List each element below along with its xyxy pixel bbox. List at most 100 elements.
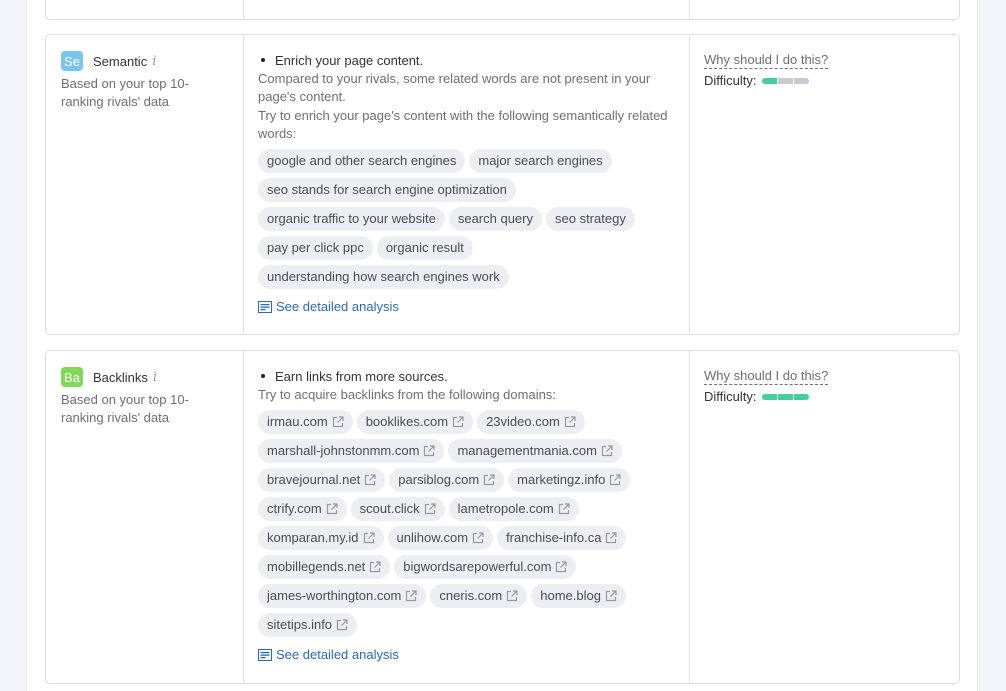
- chip-label: booklikes.com: [365, 414, 449, 429]
- chip-label: search query: [457, 211, 533, 226]
- difficulty-bar: [761, 393, 809, 400]
- external-link-icon: [605, 590, 617, 602]
- difficulty-indicator: Difficulty:: [704, 73, 945, 88]
- domain-chip[interactable]: franchise-info.ca: [497, 526, 627, 550]
- chip-label: pay per click ppc: [267, 240, 364, 255]
- external-link-icon: [507, 590, 518, 602]
- domain-chip[interactable]: mobillegends.net: [258, 555, 391, 579]
- recommendation-column: Earn links from more sources. Try to acq…: [244, 351, 690, 683]
- bullet-icon: [261, 374, 265, 378]
- domain-chip[interactable]: scout.click: [350, 497, 445, 521]
- chip-label: mobillegends.net: [267, 559, 366, 574]
- domain-chip[interactable]: ctrify.com: [258, 497, 347, 521]
- chip-label: 23video.com: [486, 414, 560, 429]
- recommendation-title: Earn links from more sources.: [275, 368, 448, 384]
- difficulty-segment: [761, 77, 777, 84]
- external-link-icon: [332, 416, 344, 428]
- recommendation-title: Enrich your page content.: [275, 52, 424, 68]
- idea-card-semantic: Se Semantic i Based on your top 10-ranki…: [45, 34, 960, 335]
- domain-chip[interactable]: managementmania.com: [448, 439, 622, 463]
- category-column: Ba Backlinks i Based on your top 10-rank…: [46, 351, 244, 683]
- chip-label: organic traffic to your website: [267, 211, 436, 226]
- category-title: Backlinks: [93, 369, 148, 385]
- keyword-chip[interactable]: understanding how search engines work: [258, 265, 509, 289]
- chip-label: ctrify.com: [267, 501, 322, 516]
- why-column: Why should I do this? Difficulty:: [690, 351, 959, 683]
- external-link-icon: [484, 474, 495, 486]
- external-link-icon: [556, 561, 568, 573]
- chip-label: irmau.com: [267, 414, 328, 429]
- idea-card-backlinks: Ba Backlinks i Based on your top 10-rank…: [45, 350, 960, 684]
- difficulty-segment: [777, 77, 793, 84]
- domain-chip[interactable]: 23video.com: [477, 410, 585, 434]
- why-should-i-do-this-link[interactable]: Why should I do this?: [704, 52, 829, 69]
- difficulty-segment: [793, 77, 809, 84]
- chip-label: bravejournal.net: [267, 472, 361, 487]
- difficulty-indicator: Difficulty:: [704, 389, 945, 404]
- domain-chips: irmau.com booklikes.com 23video.com marshal…: [258, 410, 668, 637]
- category-title: Semantic: [93, 53, 148, 69]
- external-link-icon: [601, 445, 613, 457]
- external-link-icon: [452, 416, 464, 428]
- chip-label: seo strategy: [555, 211, 626, 226]
- recommendation-instruction: Try to acquire backlinks from the follow…: [258, 387, 556, 402]
- difficulty-label: Difficulty:: [704, 389, 757, 404]
- domain-chip[interactable]: home.blog: [531, 584, 626, 608]
- chip-label: bigwordsarepowerful.com: [403, 559, 552, 574]
- keyword-chip[interactable]: search query: [448, 207, 542, 231]
- chip-label: marketingz.info: [517, 472, 606, 487]
- keyword-chip[interactable]: organic traffic to your website: [258, 207, 445, 231]
- why-column: Why should I do this? Difficulty:: [690, 35, 959, 334]
- chip-label: google and other search engines: [267, 153, 457, 168]
- why-should-i-do-this-link[interactable]: Why should I do this?: [704, 368, 829, 385]
- difficulty-bar: [761, 77, 809, 84]
- domain-chip[interactable]: unlihow.com: [387, 526, 494, 550]
- chip-label: home.blog: [540, 588, 601, 603]
- domain-chip[interactable]: booklikes.com: [356, 410, 474, 434]
- domain-chip[interactable]: parsiblog.com: [389, 468, 505, 492]
- external-link-icon: [370, 561, 381, 573]
- category-badge: Se: [61, 51, 83, 71]
- chip-label: managementmania.com: [457, 443, 597, 458]
- chip-label: franchise-info.ca: [506, 530, 602, 545]
- keyword-chip[interactable]: organic result: [376, 236, 473, 260]
- difficulty-segment: [761, 393, 777, 400]
- category-badge: Ba: [61, 367, 83, 387]
- bullet-icon: [261, 58, 265, 62]
- domain-chip[interactable]: cneris.com: [430, 584, 528, 608]
- keyword-chip[interactable]: pay per click ppc: [258, 236, 373, 260]
- recommendation-instruction: Try to enrich your page's content with t…: [258, 108, 668, 141]
- see-detailed-analysis-link[interactable]: See detailed analysis: [258, 299, 675, 314]
- difficulty-segment: [777, 393, 793, 400]
- keyword-chip[interactable]: seo stands for search engine optimizatio…: [258, 178, 516, 202]
- domain-chip[interactable]: marketingz.info: [508, 468, 631, 492]
- chip-label: komparan.my.id: [267, 530, 359, 545]
- keyword-chip[interactable]: seo strategy: [546, 207, 635, 231]
- domain-chip[interactable]: bravejournal.net: [258, 468, 386, 492]
- see-detailed-analysis-link[interactable]: See detailed analysis: [258, 647, 675, 662]
- chip-label: seo stands for search engine optimizatio…: [267, 182, 507, 197]
- info-icon[interactable]: i: [152, 54, 156, 69]
- info-icon[interactable]: i: [153, 370, 157, 385]
- domain-chip[interactable]: marshall-johnstonmm.com: [258, 439, 445, 463]
- category-subtitle: Based on your top 10-ranking rivals' dat…: [61, 76, 189, 109]
- external-link-icon: [424, 445, 436, 457]
- domain-chip[interactable]: james-worthington.com: [258, 584, 427, 608]
- external-link-icon: [365, 474, 376, 486]
- document-icon: [258, 300, 272, 313]
- domain-chip[interactable]: irmau.com: [258, 410, 353, 434]
- difficulty-segment: [793, 393, 809, 400]
- previous-card-stub: [45, 0, 960, 20]
- external-link-icon: [424, 503, 436, 515]
- chip-label: sitetips.info: [267, 617, 333, 632]
- domain-chip[interactable]: bigwordsarepowerful.com: [394, 555, 577, 579]
- external-link-icon: [406, 590, 417, 602]
- keyword-chip[interactable]: google and other search engines: [258, 149, 466, 173]
- external-link-icon: [558, 503, 570, 515]
- domain-chip[interactable]: lametropole.com: [448, 497, 579, 521]
- chip-label: marshall-johnstonmm.com: [267, 443, 420, 458]
- external-link-icon: [472, 532, 484, 544]
- domain-chip[interactable]: komparan.my.id: [258, 526, 384, 550]
- domain-chip[interactable]: sitetips.info: [258, 613, 358, 637]
- keyword-chip[interactable]: major search engines: [469, 149, 612, 173]
